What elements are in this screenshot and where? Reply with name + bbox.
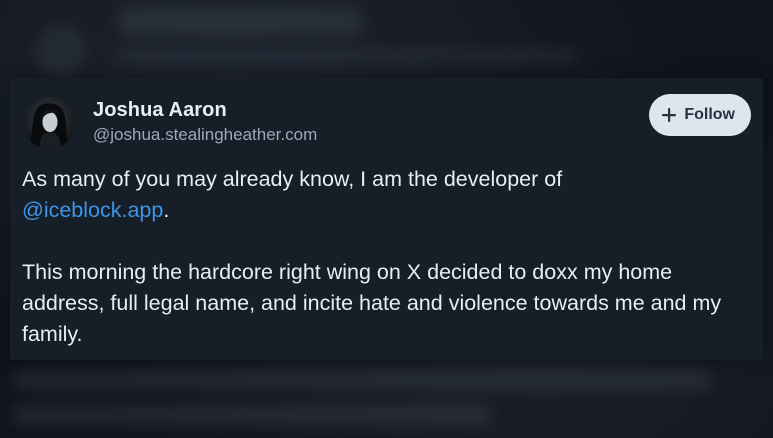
- blurred-background-avatar: [34, 24, 86, 76]
- mention-link[interactable]: @iceblock.app: [22, 198, 163, 222]
- post-text-paragraph2: This morning the hardcore right wing on …: [22, 260, 722, 346]
- blurred-background-header: [118, 6, 363, 36]
- plus-icon: [662, 108, 677, 122]
- follow-button[interactable]: Follow: [649, 94, 751, 136]
- avatar-image: [23, 97, 75, 149]
- post-card: Joshua Aaron @joshua.stealingheather.com…: [10, 78, 763, 360]
- post-text-line1-suffix: .: [163, 198, 170, 222]
- post-text-line1: As many of you may already know, I am th…: [22, 167, 563, 191]
- avatar[interactable]: [23, 97, 75, 149]
- blurred-background-line-2: [12, 404, 492, 426]
- follow-button-label: Follow: [684, 106, 735, 123]
- author-display-name[interactable]: Joshua Aaron: [93, 98, 227, 122]
- post-body: As many of you may already know, I am th…: [22, 164, 752, 350]
- blurred-background-line-1: [12, 370, 712, 390]
- blurred-background-subtitle: [118, 48, 578, 64]
- screenshot-stage: Joshua Aaron @joshua.stealingheather.com…: [0, 0, 773, 438]
- author-handle[interactable]: @joshua.stealingheather.com: [93, 124, 317, 146]
